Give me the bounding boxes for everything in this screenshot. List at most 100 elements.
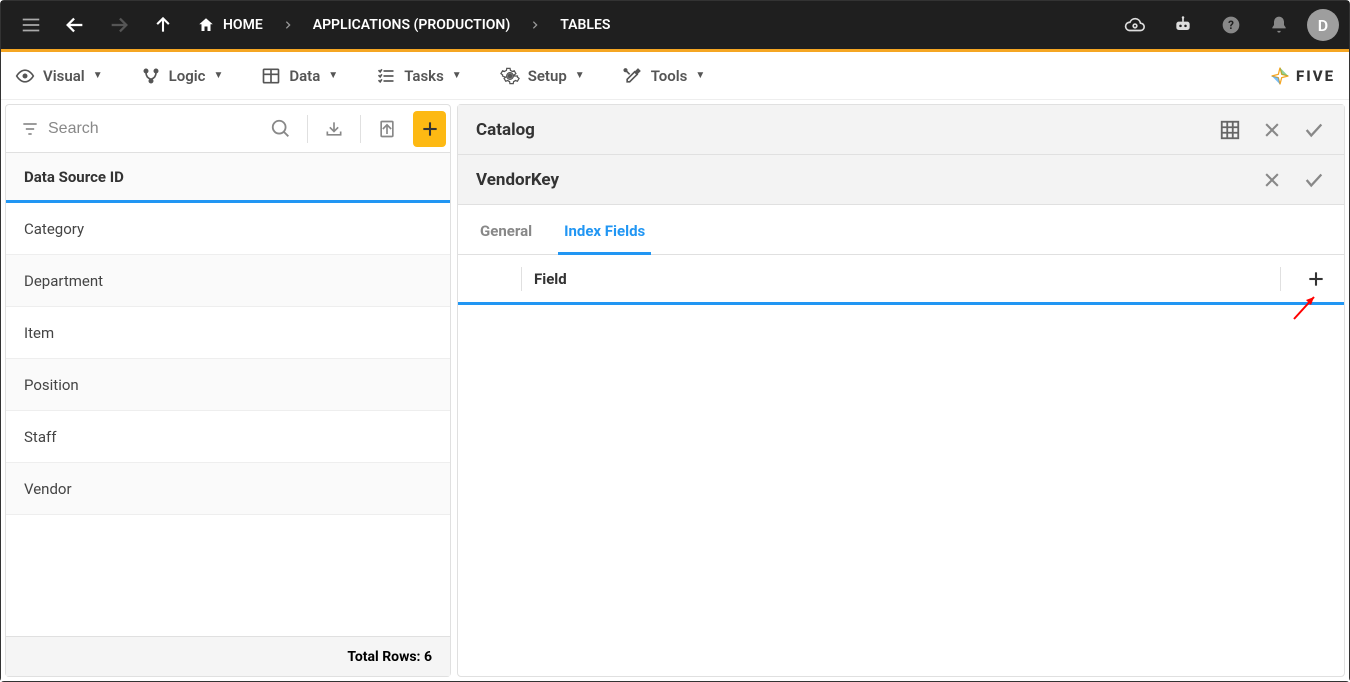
search-input[interactable]	[48, 120, 255, 138]
breadcrumb-label: HOME	[223, 17, 263, 33]
triangle-down-icon: ▼	[695, 70, 705, 81]
vendorkey-confirm-button[interactable]	[1302, 168, 1326, 192]
catalog-close-button[interactable]	[1260, 118, 1284, 142]
gear-icon	[500, 66, 520, 86]
up-button[interactable]	[143, 5, 183, 45]
top-bar: HOME APPLICATIONS (PRODUCTION) TABLES ? …	[1, 1, 1349, 49]
vendorkey-title: VendorKey	[476, 170, 1260, 190]
grid-view-button[interactable]	[1218, 118, 1242, 142]
list-row[interactable]: Vendor	[6, 463, 450, 515]
grid-icon	[1219, 119, 1241, 141]
list-row[interactable]: Item	[6, 307, 450, 359]
avatar[interactable]: D	[1307, 9, 1339, 41]
filter-icon[interactable]	[20, 119, 40, 139]
upload-icon	[377, 119, 397, 139]
table-icon	[261, 66, 281, 86]
search-icon	[270, 118, 292, 140]
list-row[interactable]: Category	[6, 203, 450, 255]
breadcrumb-applications[interactable]: APPLICATIONS (PRODUCTION)	[303, 17, 521, 33]
breadcrumb-label: TABLES	[560, 17, 610, 33]
menu-bar: Visual ▼ Logic ▼ Data ▼ Tasks ▼ Setup ▼ …	[1, 52, 1349, 100]
menu-label: Visual	[43, 67, 85, 85]
field-table-body	[458, 305, 1344, 676]
list-cell: Vendor	[24, 480, 72, 498]
field-table-header: Field	[458, 255, 1344, 305]
tab-index-fields[interactable]: Index Fields	[560, 208, 649, 254]
eye-icon	[15, 66, 35, 86]
tab-label: General	[480, 222, 532, 240]
logic-icon	[141, 66, 161, 86]
column-spacer	[476, 267, 522, 291]
divider	[360, 115, 361, 143]
menu-tools[interactable]: Tools ▼	[623, 66, 706, 86]
add-button[interactable]	[413, 111, 446, 147]
list-row[interactable]: Position	[6, 359, 450, 411]
back-button[interactable]	[55, 5, 95, 45]
right-panel: Catalog VendorKey	[457, 104, 1345, 677]
brand-logo: FIVE	[1270, 66, 1335, 86]
cloud-icon[interactable]	[1115, 5, 1155, 45]
home-icon	[197, 16, 215, 34]
bot-icon[interactable]	[1163, 5, 1203, 45]
list-cell: Staff	[24, 428, 56, 446]
five-logo-icon	[1270, 66, 1290, 86]
bell-icon[interactable]	[1259, 5, 1299, 45]
list-row[interactable]: Staff	[6, 411, 450, 463]
triangle-down-icon: ▼	[93, 70, 103, 81]
vendorkey-header: VendorKey	[458, 155, 1344, 205]
add-field-button[interactable]	[1300, 269, 1326, 289]
list-header-label: Data Source ID	[24, 168, 124, 186]
list-cell: Category	[24, 220, 84, 238]
list-cell: Item	[24, 324, 54, 342]
column-spacer	[1280, 267, 1300, 291]
triangle-down-icon: ▼	[213, 70, 223, 81]
main-area: Data Source ID Category Department Item …	[1, 100, 1349, 681]
tasks-icon	[376, 66, 396, 86]
help-icon[interactable]: ?	[1211, 5, 1251, 45]
tab-general[interactable]: General	[476, 208, 536, 254]
list-header[interactable]: Data Source ID	[6, 153, 450, 203]
hamburger-icon[interactable]	[11, 5, 51, 45]
menu-label: Setup	[528, 67, 567, 85]
plus-icon	[420, 119, 440, 139]
brand-text: FIVE	[1296, 67, 1335, 85]
divider	[307, 115, 308, 143]
close-icon	[1262, 120, 1282, 140]
menu-tasks[interactable]: Tasks ▼	[376, 66, 462, 86]
triangle-down-icon: ▼	[452, 70, 462, 81]
catalog-header: Catalog	[458, 105, 1344, 155]
breadcrumb-home[interactable]: HOME	[187, 16, 273, 34]
close-icon	[1262, 170, 1282, 190]
list-footer: Total Rows: 6	[6, 636, 450, 676]
tabs: General Index Fields	[458, 205, 1344, 255]
tools-icon	[623, 66, 643, 86]
menu-label: Logic	[169, 67, 206, 85]
vendorkey-close-button[interactable]	[1260, 168, 1284, 192]
menu-visual[interactable]: Visual ▼	[15, 66, 103, 86]
search-row	[6, 105, 450, 153]
triangle-down-icon: ▼	[328, 70, 338, 81]
chevron-right-icon	[277, 20, 299, 30]
breadcrumb-label: APPLICATIONS (PRODUCTION)	[313, 17, 511, 33]
menu-data[interactable]: Data ▼	[261, 66, 338, 86]
list-cell: Department	[24, 272, 103, 290]
forward-button	[99, 5, 139, 45]
menu-logic[interactable]: Logic ▼	[141, 66, 224, 86]
upload-button[interactable]	[369, 109, 405, 149]
breadcrumb-tables[interactable]: TABLES	[550, 17, 620, 33]
catalog-confirm-button[interactable]	[1302, 118, 1326, 142]
tab-label: Index Fields	[564, 222, 645, 240]
left-panel: Data Source ID Category Department Item …	[5, 104, 451, 677]
check-icon	[1303, 119, 1325, 141]
triangle-down-icon: ▼	[575, 70, 585, 81]
list-row[interactable]: Department	[6, 255, 450, 307]
field-column-label: Field	[522, 270, 1280, 288]
menu-setup[interactable]: Setup ▼	[500, 66, 585, 86]
search-button[interactable]	[263, 109, 299, 149]
list-cell: Position	[24, 376, 79, 394]
menu-label: Tools	[651, 67, 688, 85]
check-icon	[1303, 169, 1325, 191]
list-body: Category Department Item Position Staff …	[6, 203, 450, 636]
download-button[interactable]	[316, 109, 352, 149]
svg-text:?: ?	[1228, 18, 1234, 32]
